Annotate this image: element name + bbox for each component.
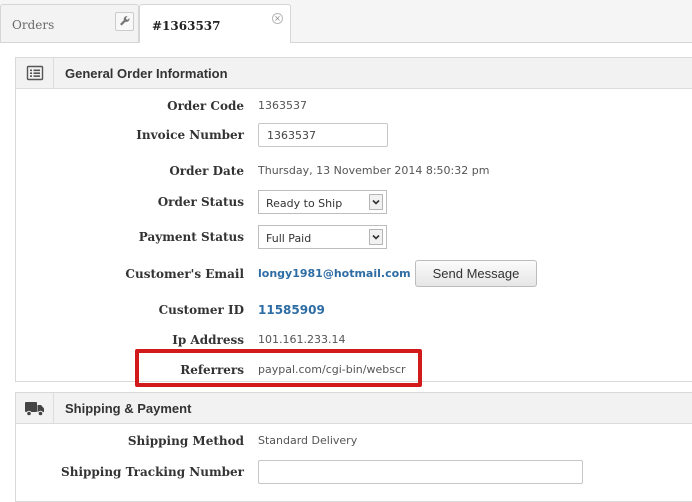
close-icon[interactable]: × xyxy=(272,13,283,24)
general-order-title: General Order Information xyxy=(65,66,228,81)
tracking-number-row: Shipping Tracking Number xyxy=(16,460,692,484)
shipping-payment-title: Shipping & Payment xyxy=(65,401,192,416)
order-code-value: 1363537 xyxy=(258,99,307,112)
tab-bar: Orders #1363537 × xyxy=(0,0,692,43)
customer-email-link[interactable]: longy1981@hotmail.com xyxy=(258,267,411,280)
tab-order-detail-label: #1363537 xyxy=(152,19,221,33)
customer-id-label: Customer ID xyxy=(158,303,244,317)
payment-status-label: Payment Status xyxy=(138,230,244,244)
shipping-method-row: Shipping Method Standard Delivery xyxy=(16,429,692,453)
referrers-highlight-box xyxy=(135,349,422,387)
tracking-number-input[interactable] xyxy=(258,460,583,484)
order-status-row: Order Status Ready to Ship xyxy=(16,190,692,214)
payment-status-select[interactable]: Full Paid xyxy=(258,225,387,249)
customer-email-label: Customer's Email xyxy=(125,267,244,281)
chevron-down-icon xyxy=(372,234,380,240)
general-order-header: General Order Information xyxy=(16,58,692,89)
chevron-down-icon xyxy=(372,199,380,205)
tracking-number-label: Shipping Tracking Number xyxy=(61,465,244,479)
order-status-value: Ready to Ship xyxy=(266,197,343,210)
order-code-label: Order Code xyxy=(167,99,244,113)
send-message-button[interactable]: Send Message xyxy=(415,260,537,287)
payment-status-row: Payment Status Full Paid xyxy=(16,225,692,249)
ip-address-value: 101.161.233.14 xyxy=(258,333,346,346)
shipping-method-label: Shipping Method xyxy=(127,434,244,448)
ip-address-label: Ip Address xyxy=(172,333,244,347)
tab-orders[interactable]: Orders xyxy=(0,4,139,42)
tab-orders-label: Orders xyxy=(12,18,55,32)
invoice-number-row: Invoice Number 1363537 xyxy=(16,123,692,147)
customer-id-link[interactable]: 11585909 xyxy=(258,303,325,317)
list-icon xyxy=(26,65,44,81)
tab-order-detail[interactable]: #1363537 × xyxy=(139,4,291,43)
order-code-row: Order Code 1363537 xyxy=(16,94,692,118)
truck-icon xyxy=(25,402,44,417)
shipping-payment-header: Shipping & Payment xyxy=(16,393,692,424)
order-status-select[interactable]: Ready to Ship xyxy=(258,190,387,214)
general-order-panel: General Order Information Order Code 136… xyxy=(15,57,692,382)
customer-email-row: Customer's Email longy1981@hotmail.com S… xyxy=(16,260,692,287)
invoice-number-label: Invoice Number xyxy=(136,128,244,142)
customer-id-row: Customer ID 11585909 xyxy=(16,298,692,322)
order-date-label: Order Date xyxy=(169,164,244,178)
shipping-method-value: Standard Delivery xyxy=(258,434,358,447)
payment-status-value: Full Paid xyxy=(266,232,312,245)
order-date-row: Order Date Thursday, 13 November 2014 8:… xyxy=(16,159,692,183)
order-date-value: Thursday, 13 November 2014 8:50:32 pm xyxy=(258,164,490,177)
shipping-payment-panel: Shipping & Payment Shipping Method Stand… xyxy=(15,392,692,502)
order-status-label: Order Status xyxy=(157,195,244,209)
wrench-icon[interactable] xyxy=(115,12,134,31)
invoice-number-input[interactable]: 1363537 xyxy=(258,123,388,147)
